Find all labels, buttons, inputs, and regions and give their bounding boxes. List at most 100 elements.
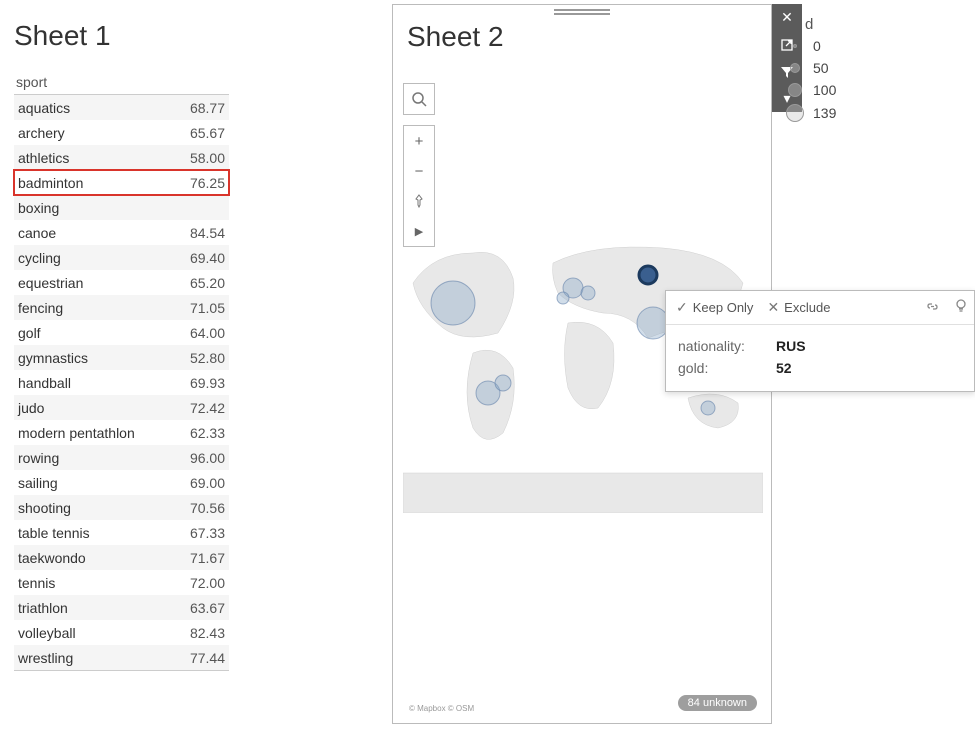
selected-bubble[interactable]	[639, 266, 657, 284]
exclude-button[interactable]: ✕ Exclude	[767, 299, 830, 316]
legend-item: 139	[785, 104, 836, 122]
table-row[interactable]: triathlon63.67	[14, 595, 229, 620]
search-icon[interactable]	[403, 83, 435, 115]
row-value: 72.00	[190, 575, 225, 591]
legend-label: 100	[813, 82, 836, 98]
row-value: 69.93	[190, 375, 225, 391]
legend-item: 50	[785, 60, 836, 76]
row-value: 65.67	[190, 125, 225, 141]
legend-title-partial: d	[805, 16, 813, 33]
size-legend: 0 50 100 139	[785, 38, 836, 122]
row-value: 71.67	[190, 550, 225, 566]
close-icon[interactable]: ✕	[772, 4, 802, 31]
tooltip-gold-label: gold:	[678, 357, 770, 379]
check-icon: ✓	[676, 299, 688, 316]
row-label: wrestling	[18, 650, 73, 666]
row-value: 76.25	[190, 175, 225, 191]
row-label: table tennis	[18, 525, 90, 541]
table-row[interactable]: modern pentathlon62.33	[14, 420, 229, 445]
table-row[interactable]: badminton 76.25	[14, 170, 229, 195]
table-header-sport[interactable]: sport	[14, 70, 229, 95]
row-label: archery	[18, 125, 65, 141]
row-value: 69.00	[190, 475, 225, 491]
row-label: rowing	[18, 450, 59, 466]
row-label: badminton	[18, 175, 83, 191]
row-label: canoe	[18, 225, 56, 241]
row-value: 71.05	[190, 300, 225, 316]
row-label: judo	[18, 400, 44, 416]
table-row[interactable]: athletics 58.00	[14, 145, 229, 170]
tooltip-body: nationality: RUS gold: 52	[666, 325, 974, 391]
legend-circle-icon	[790, 63, 800, 73]
table-row[interactable]: rowing96.00	[14, 445, 229, 470]
table-row[interactable]: shooting 70.56	[14, 495, 229, 520]
map-attribution: © Mapbox © OSM	[409, 704, 474, 713]
table-row[interactable]: handball 69.93	[14, 370, 229, 395]
tooltip: ✓ Keep Only ✕ Exclude nationality: RUS g…	[665, 290, 975, 392]
row-label: fencing	[18, 300, 63, 316]
legend-label: 0	[813, 38, 821, 54]
table-row[interactable]: equestrian65.20	[14, 270, 229, 295]
table-row[interactable]: volleyball 82.43	[14, 620, 229, 645]
table-bottom-border	[14, 670, 229, 671]
row-label: volleyball	[18, 625, 76, 641]
table-row[interactable]: cycling 69.40	[14, 245, 229, 270]
table-row[interactable]: gymnastics52.80	[14, 345, 229, 370]
sport-table: aquatics 68.77 archery 65.67 athletics 58.00 b…	[14, 95, 229, 670]
table-row[interactable]: canoe84.54	[14, 220, 229, 245]
table-row[interactable]: boxing	[14, 195, 229, 220]
row-value: 70.56	[190, 500, 225, 516]
tooltip-nationality-value: RUS	[776, 335, 806, 357]
zoom-in-icon[interactable]: +	[404, 126, 434, 156]
row-value: 72.42	[190, 400, 225, 416]
table-row[interactable]: golf 64.00	[14, 320, 229, 345]
row-label: boxing	[18, 200, 59, 216]
tooltip-gold-value: 52	[776, 357, 792, 379]
tooltip-nationality-label: nationality:	[678, 335, 770, 357]
row-label: tennis	[18, 575, 55, 591]
row-label: handball	[18, 375, 71, 391]
row-label: equestrian	[18, 275, 83, 291]
row-value: 68.77	[190, 100, 225, 116]
exclude-label: Exclude	[784, 300, 830, 315]
table-row[interactable]: fencing 71.05	[14, 295, 229, 320]
unknown-badge[interactable]: 84 unknown	[678, 695, 757, 711]
sheet-1-panel: Sheet 1 sport aquatics68.77archery65.67a…	[14, 20, 314, 671]
legend-circle-icon	[788, 83, 802, 97]
legend-item: 0	[785, 38, 836, 54]
row-label: aquatics	[18, 100, 70, 116]
table-row[interactable]: aquatics 68.77	[14, 95, 229, 120]
table-row[interactable]: taekwondo 71.67	[14, 545, 229, 570]
table-row[interactable]: tennis 72.00	[14, 570, 229, 595]
table-row[interactable]: table tennis67.33	[14, 520, 229, 545]
zoom-out-icon[interactable]: −	[404, 156, 434, 186]
row-label: taekwondo	[18, 550, 86, 566]
row-label: golf	[18, 325, 41, 341]
row-label: gymnastics	[18, 350, 88, 366]
row-label: cycling	[18, 250, 61, 266]
row-label: triathlon	[18, 600, 68, 616]
row-label: athletics	[18, 150, 69, 166]
row-label: modern pentathlon	[18, 425, 135, 441]
legend-circle-icon	[793, 44, 797, 48]
table-row[interactable]: archery 65.67	[14, 120, 229, 145]
row-value: 69.40	[190, 250, 225, 266]
row-value: 58.00	[190, 150, 225, 166]
row-label: sailing	[18, 475, 58, 491]
row-label: shooting	[18, 500, 71, 516]
keep-only-button[interactable]: ✓ Keep Only	[676, 299, 753, 316]
row-value: 77.44	[190, 650, 225, 666]
row-value: 82.43	[190, 625, 225, 641]
sheet-1-title: Sheet 1	[14, 20, 314, 52]
link-icon[interactable]	[925, 299, 940, 317]
table-row[interactable]: wrestling 77.44	[14, 645, 229, 670]
insight-icon[interactable]	[954, 298, 968, 317]
tooltip-header: ✓ Keep Only ✕ Exclude	[666, 291, 974, 325]
row-value: 64.00	[190, 325, 225, 341]
drag-handle[interactable]	[552, 7, 612, 17]
map-area[interactable]: + − ▶	[403, 83, 767, 717]
legend-item: 100	[785, 82, 836, 98]
table-row[interactable]: judo 72.42	[14, 395, 229, 420]
legend-circle-icon	[786, 104, 804, 122]
table-row[interactable]: sailing 69.00	[14, 470, 229, 495]
